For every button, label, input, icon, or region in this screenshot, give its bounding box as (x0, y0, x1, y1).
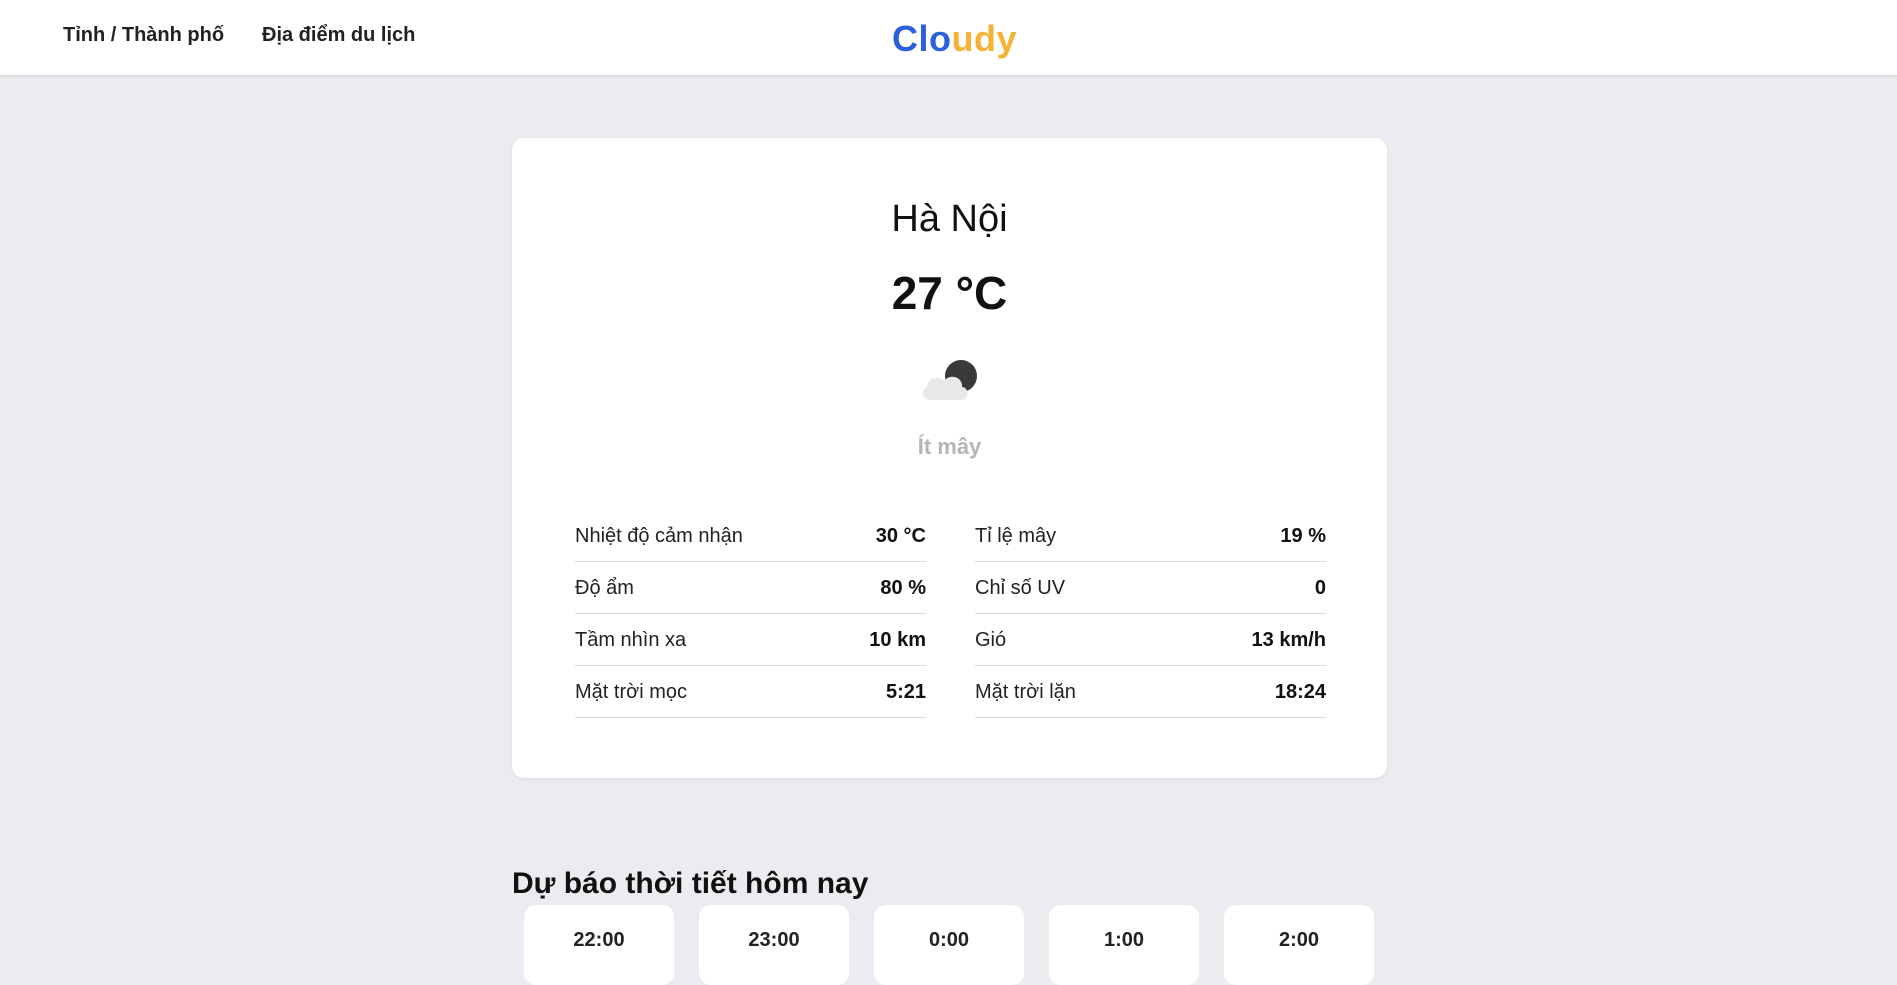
forecast-time: 0:00 (928, 929, 970, 951)
detail-label: Mặt trời lặn (975, 681, 1076, 703)
detail-row-sunrise: Mặt trời mọc 5:21 (575, 666, 926, 718)
weather-details-left: Nhiệt độ cảm nhận 30 °C Độ ẩm 80 % Tầm n… (575, 510, 926, 718)
detail-label: Nhiệt độ cảm nhận (575, 525, 743, 547)
detail-row-wind: Gió 13 km/h (975, 614, 1326, 666)
detail-label: Chỉ số UV (975, 577, 1066, 599)
logo-part-1: Clo (892, 18, 952, 59)
hourly-forecast-card[interactable]: 22:00 (524, 905, 674, 985)
top-navbar: Tỉnh / Thành phố Địa điểm du lịch Cloudy (0, 0, 1897, 75)
partly-cloudy-night-icon (922, 360, 977, 400)
detail-value: 0 (1314, 577, 1326, 599)
detail-label: Gió (975, 629, 1007, 651)
detail-row-cloud-cover: Tỉ lệ mây 19 % (975, 510, 1326, 562)
logo[interactable]: Cloudy (892, 18, 1017, 60)
weather-condition: Ít mây (917, 434, 982, 459)
detail-row-sunset: Mặt trời lặn 18:24 (975, 666, 1326, 718)
current-temperature: 27 °C (891, 267, 1008, 319)
hourly-forecast-card[interactable]: 23:00 (699, 905, 849, 985)
detail-row-visibility: Tầm nhìn xa 10 km (575, 614, 926, 666)
detail-label: Độ ẩm (575, 577, 634, 599)
hourly-forecast-list: 22:00 23:00 0:00 1:00 2:00 (524, 905, 1376, 985)
forecast-section-title: Dự báo thời tiết hôm nay (512, 866, 869, 900)
logo-part-2: udy (951, 18, 1018, 59)
detail-value: 30 °C (875, 525, 926, 547)
forecast-time: 2:00 (1278, 929, 1320, 951)
detail-value: 13 km/h (1251, 629, 1326, 651)
detail-value: 10 km (869, 629, 926, 651)
nav-link-tourist-places[interactable]: Địa điểm du lịch (262, 24, 415, 47)
hourly-forecast-card[interactable]: 0:00 (874, 905, 1024, 985)
detail-row-uv-index: Chỉ số UV 0 (975, 562, 1326, 614)
detail-label: Tầm nhìn xa (575, 629, 687, 651)
forecast-time: 23:00 (748, 929, 800, 951)
forecast-time: 22:00 (573, 929, 625, 951)
weather-details-right: Tỉ lệ mây 19 % Chỉ số UV 0 Gió 13 km/h M… (975, 510, 1326, 718)
detail-row-humidity: Độ ẩm 80 % (575, 562, 926, 614)
detail-value: 19 % (1280, 525, 1326, 547)
detail-value: 18:24 (1274, 681, 1326, 703)
detail-value: 80 % (880, 577, 926, 599)
detail-label: Tỉ lệ mây (975, 525, 1057, 547)
forecast-time: 1:00 (1103, 929, 1145, 951)
detail-label: Mặt trời mọc (575, 681, 688, 703)
current-weather-card: Hà Nội 27 °C Ít mây Nhiệt độ cảm nhận 30… (512, 138, 1387, 778)
nav-link-provinces[interactable]: Tỉnh / Thành phố (63, 24, 224, 47)
detail-row-feels-like: Nhiệt độ cảm nhận 30 °C (575, 510, 926, 562)
detail-value: 5:21 (885, 681, 926, 703)
city-name: Hà Nội (891, 198, 1008, 240)
hourly-forecast-card[interactable]: 1:00 (1049, 905, 1199, 985)
hourly-forecast-card[interactable]: 2:00 (1224, 905, 1374, 985)
